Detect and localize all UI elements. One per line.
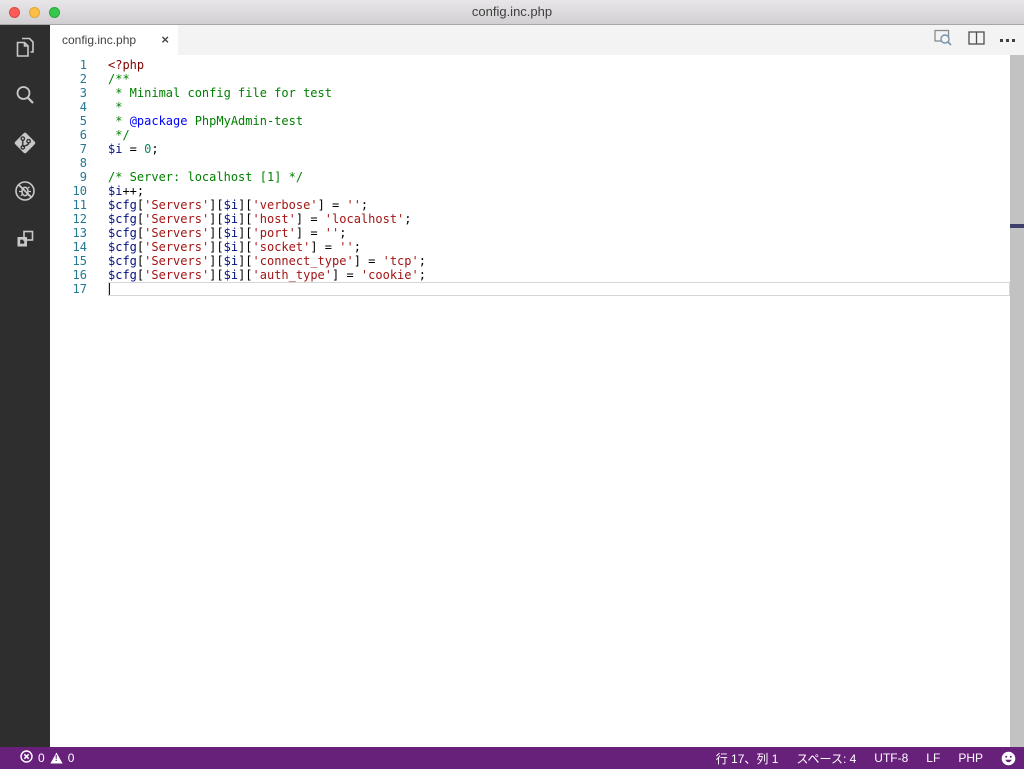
sidebar-item-source-control[interactable] — [0, 121, 50, 169]
indent-indicator[interactable]: スペース: 4 — [796, 750, 856, 767]
line-number: 4 — [79, 100, 87, 114]
vertical-scrollbar[interactable] — [1010, 55, 1024, 747]
line-number: 17 — [72, 282, 87, 296]
open-preview-icon — [934, 29, 953, 51]
tab-config-inc-php[interactable]: config.inc.php × — [50, 25, 178, 55]
code-line[interactable]: * Minimal config file for test — [108, 86, 1010, 100]
code-line[interactable] — [108, 156, 1010, 170]
split-editor-icon — [968, 30, 985, 50]
window-close-button[interactable] — [9, 7, 20, 18]
line-number: 3 — [79, 86, 87, 100]
code-lines[interactable]: <?php/** * Minimal config file for test … — [100, 58, 1010, 296]
code-line[interactable]: $i++; — [108, 184, 1010, 198]
code-line[interactable]: $i = 0; — [108, 142, 1010, 156]
line-number: 2 — [79, 72, 87, 86]
line-number: 16 — [72, 268, 87, 282]
extensions-icon — [12, 226, 38, 257]
line-number: 15 — [72, 254, 87, 268]
code-line[interactable]: $cfg['Servers'][$i]['host'] = 'localhost… — [108, 212, 1010, 226]
debug-icon — [12, 178, 38, 209]
open-preview-button[interactable] — [934, 29, 953, 51]
editor-actions — [934, 25, 1015, 55]
window-title: config.inc.php — [471, 4, 553, 19]
files-icon — [12, 34, 38, 65]
code-line[interactable]: /* Server: localhost [1] */ — [108, 170, 1010, 184]
line-number: 13 — [72, 226, 87, 240]
code-line[interactable] — [108, 282, 1010, 296]
encoding-indicator[interactable]: UTF-8 — [874, 751, 908, 765]
code-line[interactable]: * @package PhpMyAdmin-test — [108, 114, 1010, 128]
status-bar: 0 ! 0 行 17、列 1 スペース: 4 UTF-8 LF PHP — [0, 747, 1024, 769]
error-count: 0 — [38, 751, 45, 765]
language-indicator[interactable]: PHP — [958, 751, 983, 765]
window-zoom-button[interactable] — [49, 7, 60, 18]
window-minimize-button[interactable] — [29, 7, 40, 18]
error-icon — [20, 750, 33, 766]
editor[interactable]: 1 2 3 4 5 6 7 8 9 10 11 12 13 14 15 16 17 <?php/** * Min… — [50, 55, 1024, 747]
gutter: 1 2 3 4 5 6 7 8 9 10 11 12 13 14 15 16 17 — [50, 58, 100, 296]
code-line[interactable]: $cfg['Servers'][$i]['socket'] = ''; — [108, 240, 1010, 254]
warning-icon: ! — [50, 752, 63, 764]
git-branch-icon — [12, 130, 38, 161]
line-number: 6 — [79, 128, 87, 142]
split-editor-button[interactable] — [968, 30, 985, 50]
overview-ruler-cursor-marker — [1010, 224, 1024, 228]
code-line[interactable]: $cfg['Servers'][$i]['port'] = ''; — [108, 226, 1010, 240]
code-line[interactable]: <?php — [108, 58, 1010, 72]
code-line[interactable]: */ — [108, 128, 1010, 142]
line-number: 9 — [79, 170, 87, 184]
line-number: 5 — [79, 114, 87, 128]
sidebar-item-extensions[interactable] — [0, 217, 50, 265]
tab-bar: config.inc.php × — [50, 25, 1024, 55]
text-cursor — [109, 283, 110, 295]
feedback-smiley-icon[interactable] — [1001, 751, 1016, 766]
line-col-indicator[interactable]: 行 17、列 1 — [716, 750, 779, 767]
code-line[interactable]: $cfg['Servers'][$i]['connect_type'] = 't… — [108, 254, 1010, 268]
line-number: 1 — [79, 58, 87, 72]
activity-bar — [0, 25, 50, 747]
line-number: 8 — [79, 156, 87, 170]
more-actions-button[interactable] — [1000, 38, 1015, 42]
line-number: 14 — [72, 240, 87, 254]
code-line[interactable]: /** — [108, 72, 1010, 86]
line-number: 10 — [72, 184, 87, 198]
ellipsis-icon — [1000, 38, 1015, 42]
sidebar-item-debug[interactable] — [0, 169, 50, 217]
code-line[interactable]: * — [108, 100, 1010, 114]
eol-indicator[interactable]: LF — [926, 751, 940, 765]
tab-close-icon[interactable]: × — [161, 25, 169, 55]
vscode-window: config.inc.php config.inc.php × 1 2 3 4 … — [0, 0, 1024, 769]
code-line[interactable]: $cfg['Servers'][$i]['auth_type'] = 'cook… — [108, 268, 1010, 282]
code-line[interactable]: $cfg['Servers'][$i]['verbose'] = ''; — [108, 198, 1010, 212]
sidebar-item-search[interactable] — [0, 73, 50, 121]
tab-label: config.inc.php — [62, 33, 137, 47]
sidebar-item-explorer[interactable] — [0, 25, 50, 73]
line-number: 12 — [72, 212, 87, 226]
problems-indicator[interactable]: 0 ! 0 — [20, 747, 74, 769]
line-number: 11 — [72, 198, 87, 212]
search-icon — [12, 82, 38, 113]
titlebar: config.inc.php — [0, 0, 1024, 25]
line-number: 7 — [79, 142, 87, 156]
warning-count: 0 — [67, 751, 75, 765]
